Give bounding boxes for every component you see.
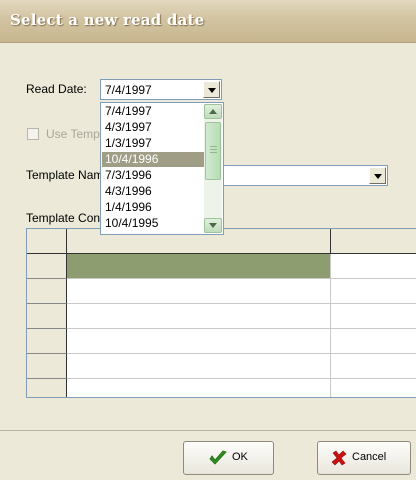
template-contents-label: Template Con [26,211,101,225]
date-option[interactable]: 1/4/1996 [102,200,204,215]
template-name-label: Template Nam [26,168,104,182]
date-option[interactable]: 7/4/1997 [102,104,204,119]
grid-cell[interactable] [67,354,331,379]
date-option[interactable]: 10/4/1995 [102,216,204,231]
grid-row-header[interactable] [27,279,67,304]
date-option[interactable]: 4/3/1996 [102,184,204,199]
use-template-checkbox[interactable] [27,128,39,140]
grid-corner-header [27,229,67,254]
grid-cell[interactable] [331,304,416,329]
cancel-button[interactable]: Cancel [317,441,411,475]
grid-cell[interactable] [331,254,416,279]
grid-row-header[interactable] [27,329,67,354]
grid-row-header[interactable] [27,379,67,397]
read-date-value: 7/4/1997 [105,83,152,97]
thumb-grip [210,152,217,153]
button-area-separator [0,430,416,431]
grid-row-header[interactable] [27,254,67,279]
ok-button[interactable]: OK [183,441,274,475]
ok-button-label: OK [232,451,248,463]
grid-cell[interactable] [331,329,416,354]
read-date-dropdown-button[interactable] [203,81,220,98]
date-option-selected[interactable]: 10/4/1996 [102,152,204,167]
read-date-label: Read Date: [26,82,87,96]
dropdown-scrollbar[interactable] [204,104,222,233]
grid-cell[interactable] [67,329,331,354]
grid-cell[interactable] [331,279,416,304]
date-option[interactable]: 1/3/1997 [102,136,204,151]
cancel-button-label: Cancel [352,451,387,463]
date-option[interactable]: 4/3/1997 [102,120,204,135]
red-x-icon [331,450,347,466]
template-name-combo[interactable] [222,165,388,186]
scroll-thumb[interactable] [205,122,221,180]
grid-row-header[interactable] [27,354,67,379]
read-date-dropdown-list[interactable]: 7/4/1997 4/3/1997 1/3/1997 10/4/1996 7/3… [100,102,224,235]
dialog-window: Select a new read date Read Date: 7/4/19… [0,0,416,480]
grid-cell[interactable] [67,279,331,304]
grid-column-header[interactable] [331,229,416,254]
thumb-grip [210,146,217,147]
thumb-grip [210,149,217,150]
date-option[interactable]: 7/3/1996 [102,168,204,183]
template-contents-grid[interactable] [26,228,416,398]
read-date-combo[interactable]: 7/4/1997 [100,79,222,100]
checkmark-icon [209,450,227,465]
grid-cell[interactable] [67,304,331,329]
grid-row-header[interactable] [27,304,67,329]
window-title: Select a new read date [10,11,205,29]
grid-cell[interactable] [67,379,331,397]
template-name-dropdown-button[interactable] [369,167,386,184]
use-template-label: Use Temp [46,127,100,141]
title-bar[interactable]: Select a new read date [0,0,416,43]
grid-cell-active[interactable] [67,254,331,279]
grid-cell[interactable] [331,379,416,397]
grid-cell[interactable] [331,354,416,379]
scroll-down-arrow-icon[interactable] [204,218,222,233]
scroll-up-arrow-icon[interactable] [204,104,222,119]
